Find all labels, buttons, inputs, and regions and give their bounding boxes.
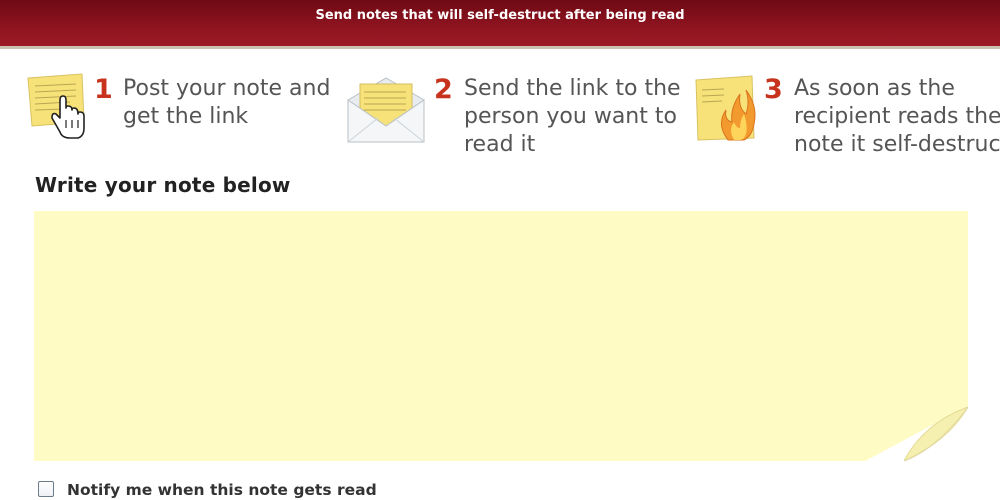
burning-note-icon <box>694 72 762 144</box>
step-text: Post your note and get the link <box>123 76 331 129</box>
note-heading: Write your note below <box>35 173 291 197</box>
notify-checkbox[interactable] <box>38 481 54 497</box>
step-number: 3 <box>764 74 783 105</box>
step-number: 1 <box>94 74 113 105</box>
envelope-with-note-icon <box>346 72 426 144</box>
page: Send notes that will self-destruct after… <box>0 0 1000 500</box>
page-curl-icon <box>904 406 968 461</box>
step-text: Send the link to the person you want to … <box>464 76 681 157</box>
sticky-note-with-hand-cursor-icon <box>26 72 92 144</box>
header-banner: Send notes that will self-destruct after… <box>0 0 1000 49</box>
note-area <box>34 211 968 461</box>
notify-label[interactable]: Notify me when this note gets read <box>67 481 377 499</box>
step-text: As soon as the recipient reads the note … <box>794 76 1000 157</box>
step-number: 2 <box>434 74 453 105</box>
tagline: Send notes that will self-destruct after… <box>315 8 685 23</box>
note-textarea[interactable] <box>34 211 968 461</box>
